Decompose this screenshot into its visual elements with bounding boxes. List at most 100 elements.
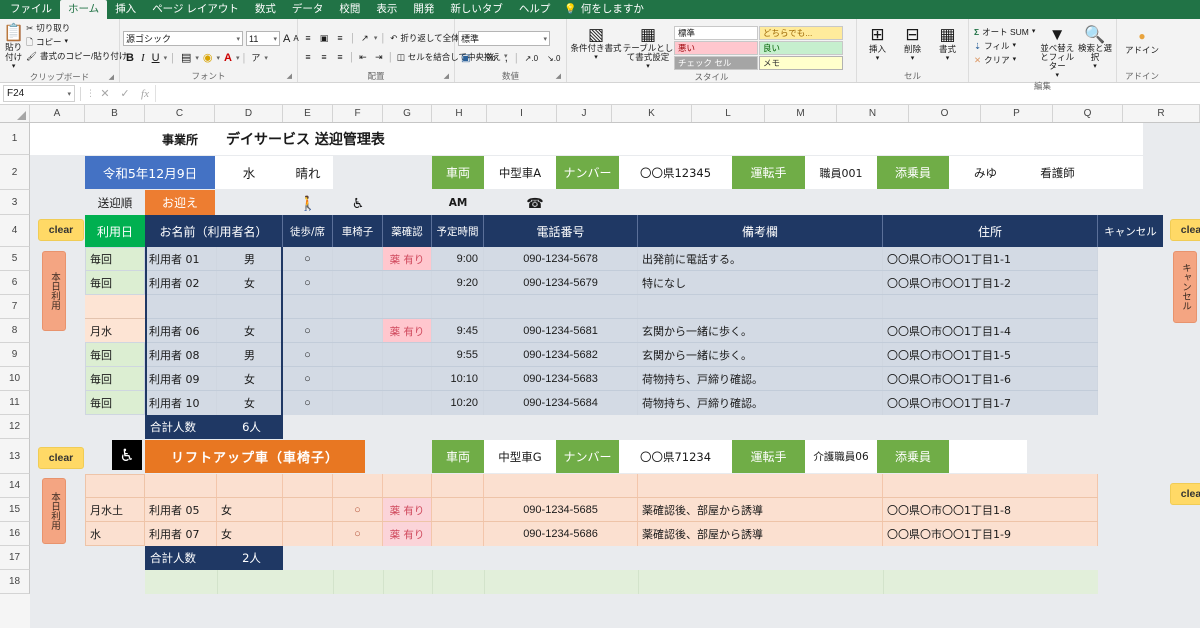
clipboard-dialog-launcher[interactable]: ◢ [109, 73, 114, 83]
chevron-down-icon[interactable]: ▾ [216, 54, 220, 62]
align-left-button[interactable]: ≡ [301, 51, 315, 64]
tab-data[interactable]: データ [284, 0, 332, 19]
paste-button[interactable]: 📋 貼り付け ▾ [3, 21, 24, 72]
vehicle2-value[interactable]: 中型車G [484, 440, 556, 473]
name-box[interactable]: F24 ▾ [3, 85, 75, 102]
cell-remarks-r6[interactable]: 特になし [638, 271, 883, 295]
cell-remarks-r11[interactable]: 荷物持ち、戸締り確認。 [638, 391, 883, 415]
cell-time-r11[interactable]: 10:20 [432, 391, 484, 415]
fill-button[interactable]: ⇣ フィル ▾ [972, 39, 1037, 53]
cell-cancel-r9[interactable] [1098, 343, 1143, 367]
tab-developer[interactable]: 開発 [405, 0, 442, 19]
confirm-entry-button[interactable]: ✓ [115, 87, 135, 100]
style-good[interactable]: 良い [759, 41, 843, 55]
cell-day-r16[interactable]: 水 [86, 522, 144, 546]
align-top-button[interactable]: ≡ [301, 32, 315, 45]
col-header-K[interactable]: K [612, 105, 692, 122]
row-header-16[interactable]: 16 [0, 522, 30, 546]
cancel-entry-button[interactable]: ✕ [95, 87, 115, 100]
cell-remarks-r9[interactable]: 玄関から一緒に歩く。 [638, 343, 883, 367]
cell-sex-r7[interactable] [217, 295, 283, 319]
format-cells-button[interactable]: ▦ 書式 ▾ [930, 23, 965, 64]
cell-sex-r10[interactable]: 女 [217, 367, 283, 391]
underline-button[interactable]: U [149, 52, 163, 64]
sort-filter-button[interactable]: ▼ 並べ替えとフィルター ▾ [1037, 23, 1077, 81]
cell-day-r6[interactable]: 毎回 [86, 271, 144, 295]
style-note[interactable]: メモ [759, 56, 843, 70]
cell-walk-r10[interactable]: ○ [283, 367, 333, 391]
tab-review[interactable]: 校閲 [331, 0, 368, 19]
cell-day-r9[interactable]: 毎回 [86, 343, 144, 367]
cell-address-r6[interactable]: 〇〇県〇市〇〇1丁目1-2 [883, 271, 1098, 295]
cell-sex-r6[interactable]: 女 [217, 271, 283, 295]
cell-phone-r16[interactable]: 090-1234-5686 [484, 522, 638, 546]
col-header-M[interactable]: M [765, 105, 837, 122]
cell-name-r15[interactable]: 利用者 05 [145, 498, 217, 522]
cell-walk-r5[interactable]: ○ [283, 247, 333, 271]
cell-name-r7[interactable] [145, 295, 217, 319]
percent-format-button[interactable]: % [483, 52, 499, 64]
style-neutral[interactable]: どちらでも... [759, 26, 843, 40]
addins-button[interactable]: ● アドイン [1125, 25, 1159, 55]
col-header-A[interactable]: A [30, 105, 85, 122]
cell-address-r10[interactable]: 〇〇県〇市〇〇1丁目1-6 [883, 367, 1098, 391]
cell-day-r15[interactable]: 月水土 [86, 498, 144, 522]
row-header-1[interactable]: 1 [0, 123, 30, 155]
cell-day-r8[interactable]: 月水 [86, 319, 144, 343]
cell-cancel-r11[interactable] [1098, 391, 1143, 415]
cell-walk-r14[interactable] [283, 474, 333, 498]
clear-button-right-1[interactable]: clear [1170, 219, 1200, 241]
decrease-indent-button[interactable]: ⇤ [356, 51, 370, 64]
cell-wheelchair-r7[interactable] [333, 295, 383, 319]
format-as-table-button[interactable]: ▦ テーブルとして書式設定 ▾ [622, 23, 674, 72]
clear-button-left-1[interactable]: clear [38, 219, 84, 241]
cell-cancel-r7[interactable] [1098, 295, 1143, 319]
cell-day-r11[interactable]: 毎回 [86, 391, 144, 415]
chevron-down-icon[interactable]: ▾ [164, 54, 168, 62]
cell-wheelchair-r5[interactable] [333, 247, 383, 271]
chevron-down-icon[interactable]: ▾ [374, 34, 378, 42]
cell-remarks-r7[interactable] [638, 295, 883, 319]
cell-walk-r8[interactable]: ○ [283, 319, 333, 343]
col-header-P[interactable]: P [981, 105, 1053, 122]
phonetic-guide-button[interactable]: ア [248, 51, 263, 64]
cell-wheelchair-r6[interactable] [333, 271, 383, 295]
cell-wheelchair-r15[interactable]: ○ [333, 498, 383, 522]
col-header-O[interactable]: O [909, 105, 981, 122]
cell-wheelchair-r16[interactable]: ○ [333, 522, 383, 546]
row-header-18[interactable]: 18 [0, 570, 30, 594]
col-header-D[interactable]: D [215, 105, 283, 122]
row-header-12[interactable]: 12 [0, 415, 30, 439]
font-name-input[interactable]: 源ゴシック ▾ [123, 31, 243, 46]
tab-home[interactable]: ホーム [60, 0, 108, 19]
cell-phone-r14[interactable] [484, 474, 638, 498]
col-header-I[interactable]: I [487, 105, 557, 122]
conditional-formatting-button[interactable]: ▧ 条件付き書式 ▾ [570, 23, 622, 63]
cell-name-r5[interactable]: 利用者 01 [145, 247, 217, 271]
insert-cells-button[interactable]: ⊞ 挿入 ▾ [860, 23, 895, 64]
row-header-2[interactable]: 2 [0, 155, 30, 190]
vehicle1-nurse-value[interactable]: 看護師 [1022, 156, 1093, 189]
cell-time-r16[interactable] [432, 522, 484, 546]
cell-wheelchair-r9[interactable] [333, 343, 383, 367]
cell-name-r10[interactable]: 利用者 09 [145, 367, 217, 391]
cell-wheelchair-r8[interactable] [333, 319, 383, 343]
autosum-button[interactable]: Σ オート SUM ▾ [972, 25, 1037, 39]
insert-function-button[interactable]: fx [135, 88, 155, 100]
vehicle1-driver-value[interactable]: 職員001 [805, 156, 877, 189]
clear-button[interactable]: ✕ クリア ▾ [972, 53, 1037, 67]
cell-day-r10[interactable]: 毎回 [86, 367, 144, 391]
cell-phone-r8[interactable]: 090-1234-5681 [484, 319, 638, 343]
format-painter-button[interactable]: 🖌 書式のコピー/貼り付け [24, 49, 129, 63]
cell-wheelchair-r14[interactable] [333, 474, 383, 498]
col-header-L[interactable]: L [692, 105, 765, 122]
cell-day-r5[interactable]: 毎回 [86, 247, 144, 271]
cell-medicine-r7[interactable] [383, 295, 432, 319]
cell-sex-r8[interactable]: 女 [217, 319, 283, 343]
cell-time-r14[interactable] [432, 474, 484, 498]
col-header-G[interactable]: G [383, 105, 432, 122]
tab-file[interactable]: ファイル [2, 0, 60, 19]
chevron-down-icon[interactable]: ▾ [236, 54, 240, 62]
row-header-14[interactable]: 14 [0, 474, 30, 498]
col-header-C[interactable]: C [145, 105, 215, 122]
